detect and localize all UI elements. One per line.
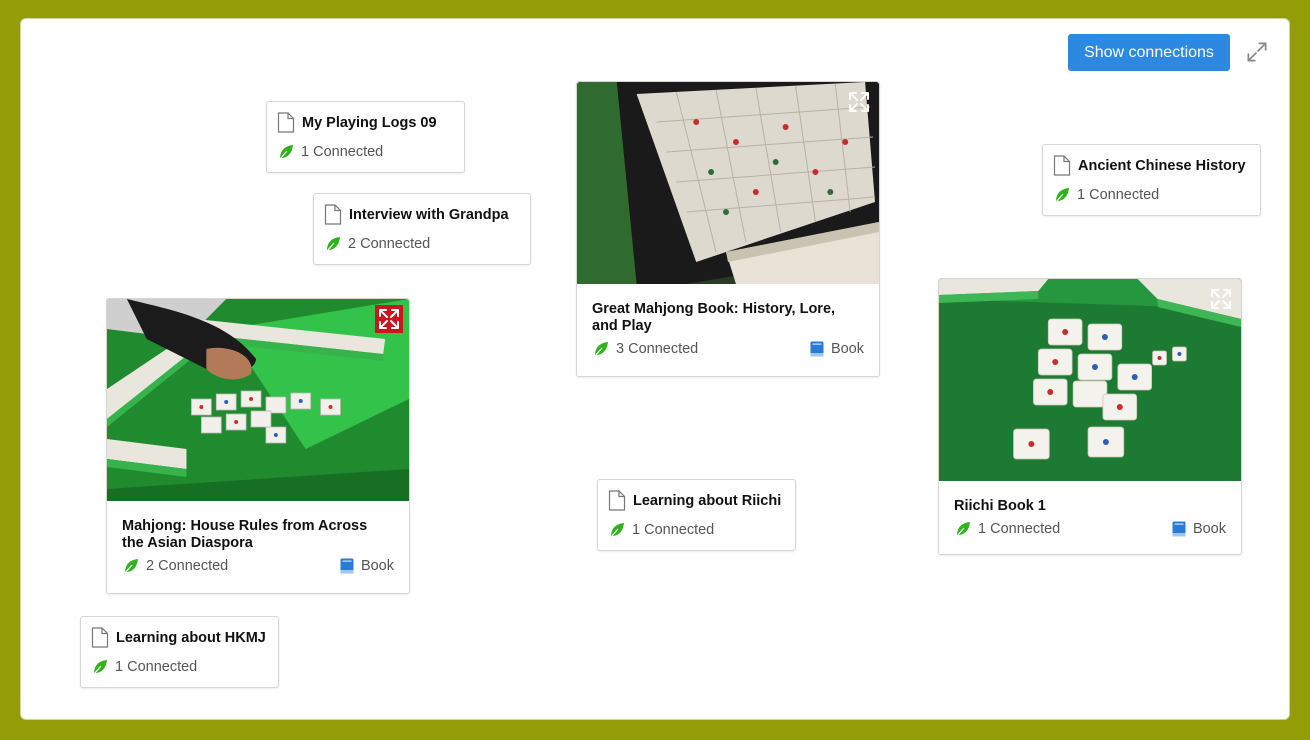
book-title: Mahjong: House Rules from Across the Asi… — [122, 518, 368, 551]
leaf-icon — [123, 558, 139, 574]
connected-count: 3 Connected — [616, 341, 699, 357]
book-type-label: Book — [360, 558, 394, 574]
document-icon — [277, 112, 295, 133]
expand-icon[interactable] — [375, 305, 403, 333]
book-icon — [340, 558, 354, 574]
book-icon — [810, 341, 824, 357]
leaf-icon — [593, 341, 609, 357]
connected-count: 1 Connected — [115, 659, 198, 675]
note-title: Ancient Chinese History — [1078, 157, 1246, 174]
book-card[interactable]: Great Mahjong Book: History, Lore, and P… — [576, 81, 880, 377]
leaf-icon — [609, 522, 625, 538]
leaf-icon — [278, 144, 294, 160]
book-card[interactable]: Mahjong: House Rules from Across the Asi… — [106, 298, 410, 594]
note-card[interactable]: Learning about Riichi 1 Connected — [597, 479, 796, 551]
connected-count: 1 Connected — [301, 144, 384, 160]
book-card[interactable]: Riichi Book 1 1 Connected Book — [938, 278, 1242, 555]
expand-icon[interactable] — [1207, 285, 1235, 313]
mahjong-game-table-photo — [107, 299, 409, 501]
leaf-icon — [955, 521, 971, 537]
book-type-label: Book — [1192, 521, 1226, 537]
connected-count: 2 Connected — [146, 558, 229, 574]
note-card[interactable]: Learning about HKMJ 1 Connected — [80, 616, 279, 688]
book-type-label: Book — [830, 341, 864, 357]
mahjong-tiles-dice-photo — [939, 279, 1241, 481]
document-icon — [1053, 155, 1071, 176]
note-title: Learning about Riichi — [633, 492, 782, 509]
leaf-icon — [1054, 187, 1070, 203]
document-icon — [608, 490, 626, 511]
connected-count: 1 Connected — [978, 521, 1061, 537]
note-card[interactable]: My Playing Logs 09 1 Connected — [266, 101, 465, 173]
document-icon — [324, 204, 342, 225]
expand-icon[interactable] — [845, 88, 873, 116]
book-icon — [1172, 521, 1186, 537]
leaf-icon — [92, 659, 108, 675]
document-icon — [91, 627, 109, 648]
leaf-icon — [325, 236, 341, 252]
note-card[interactable]: Ancient Chinese History 1 Connected — [1042, 144, 1261, 216]
fullscreen-icon[interactable] — [1244, 39, 1270, 65]
connected-count: 1 Connected — [632, 522, 715, 538]
book-title: Great Mahjong Book: History, Lore, and P… — [592, 301, 836, 334]
note-title: Learning about HKMJ — [116, 629, 266, 646]
note-title: Interview with Grandpa — [349, 206, 509, 223]
note-title: My Playing Logs 09 — [302, 114, 437, 131]
mahjong-tiles-box-photo — [577, 82, 879, 284]
connected-count: 2 Connected — [348, 236, 431, 252]
book-title: Riichi Book 1 — [954, 498, 1046, 514]
show-connections-button[interactable]: Show connections — [1068, 34, 1230, 71]
note-card[interactable]: Interview with Grandpa 2 Connected — [313, 193, 531, 265]
connected-count: 1 Connected — [1077, 187, 1160, 203]
